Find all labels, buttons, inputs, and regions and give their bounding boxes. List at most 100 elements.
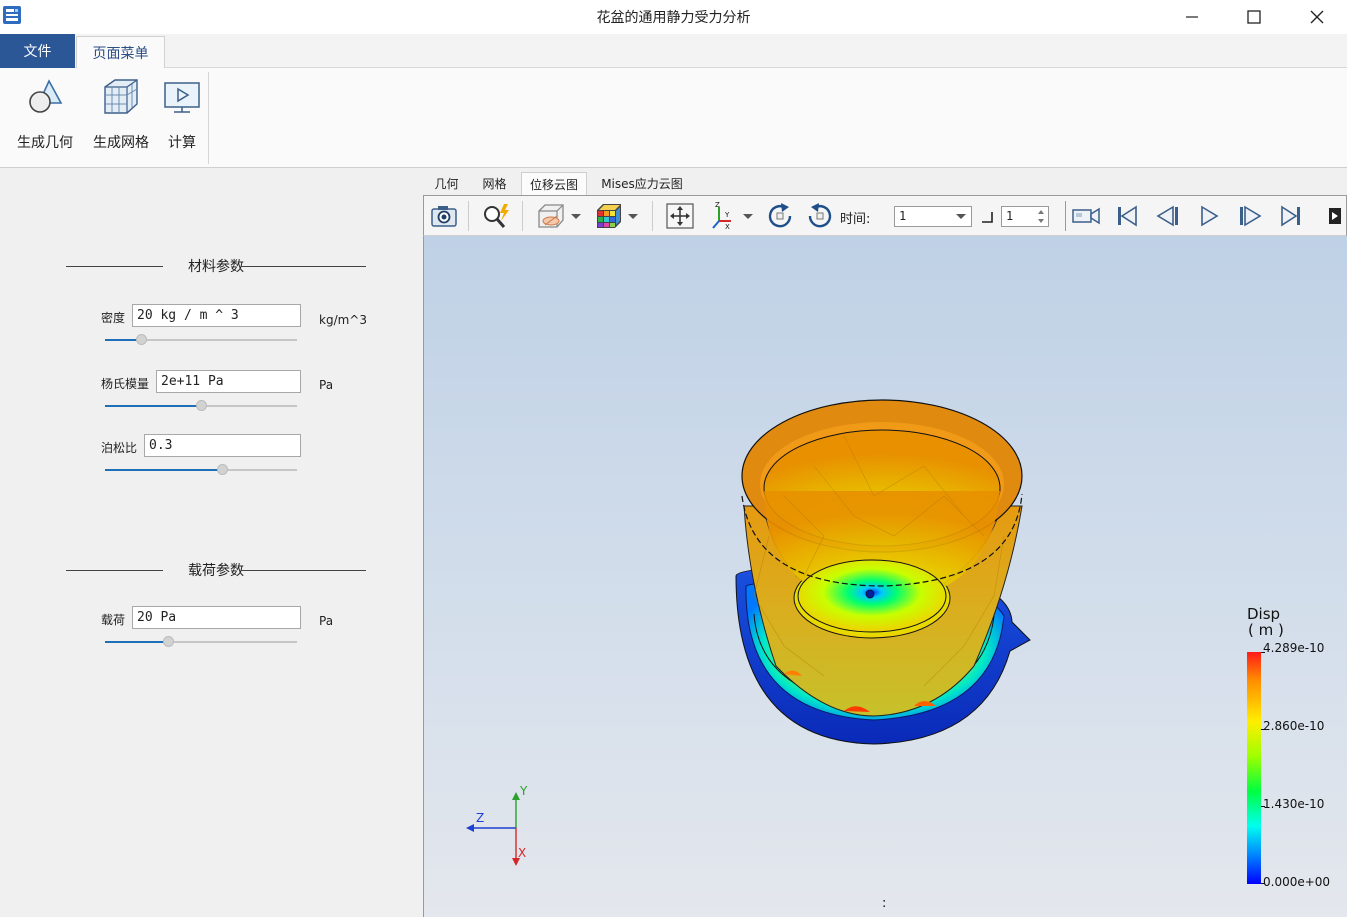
poisson-ratio-input[interactable]: 0.3 [144,434,301,457]
tab-mises-stress-contour[interactable]: Mises应力云图 [592,172,692,195]
view-orientation-dropdown[interactable]: Z Y X [706,200,756,232]
compute-button[interactable]: 计算 [160,74,204,162]
mesh-icon [104,79,138,114]
rotate-clockwise-icon [768,203,792,228]
axis-z-label: Z [476,811,484,825]
rotate-ccw-button[interactable] [802,200,838,232]
zoom-fit-button[interactable] [478,200,514,232]
minimize-button[interactable] [1162,0,1222,34]
record-video-button[interactable] [1067,200,1105,232]
toolbar-separator [1065,201,1066,231]
slider-handle[interactable] [163,636,174,647]
density-unit: kg/m^3 [319,313,367,327]
youngs-modulus-unit: Pa [319,378,334,392]
legend-min-label: 0.000e+00 [1263,875,1331,889]
svg-text:Y: Y [724,211,730,219]
tab-displacement-contour[interactable]: 位移云图 [521,172,587,195]
tab-geometry[interactable]: 几何 [424,172,469,195]
skip-to-start-icon [1118,205,1137,227]
compute-icon [164,82,200,113]
viewport-annotation: : [882,896,887,911]
maximize-icon [1247,10,1261,24]
density-input[interactable]: 20 kg / m ^ 3 [132,304,301,327]
view-tab-bar: 几何 网格 位移云图 Mises应力云图 [422,170,1347,195]
load-input[interactable]: 20 Pa [132,606,301,629]
play-button[interactable] [1192,200,1226,232]
compute-label: 计算 [168,135,196,151]
play-icon [1201,205,1219,227]
slider-handle[interactable] [136,334,147,345]
window-title: 花盆的通用静力受力分析 [596,10,751,26]
chevron-down-icon [628,213,638,219]
close-button[interactable] [1287,0,1347,34]
time-label: 时间: [840,212,871,227]
slider-handle[interactable] [217,464,228,475]
density-slider[interactable] [105,334,297,346]
legend-label: 2.860e-10 [1263,719,1325,733]
color-scale-bar [1247,652,1261,884]
next-frame-button[interactable] [1233,200,1267,232]
axes-orientation-icon: Z Y X [712,201,731,231]
step-spinbox[interactable]: 1 [1001,206,1049,227]
ribbon-separator [208,72,209,164]
time-select-value: 1 [899,209,907,223]
camera-icon [431,206,457,227]
load-group-title: 载荷参数 [66,560,366,580]
3d-viewport[interactable]: Y Z X Disp ( m ) 4.289e-10 2.860e-10 1.4… [423,236,1347,917]
load-unit: Pa [319,614,334,628]
youngs-modulus-slider[interactable] [105,400,297,412]
magnifier-lightning-icon [484,204,509,228]
legend-title: Disp ( m ) [1247,606,1284,638]
rotate-cw-button[interactable] [762,200,798,232]
tab-file[interactable]: 文件 [0,34,75,68]
parameter-panel: 材料参数 密度 20 kg / m ^ 3 kg/m^3 杨氏模量 2e+11 … [0,170,422,917]
pan-button[interactable] [662,200,698,232]
axes-triad: Y Z X [466,784,528,866]
slider-handle[interactable] [196,400,207,411]
step-forward-icon [1240,205,1262,227]
minimize-icon [1186,16,1198,18]
poisson-ratio-slider[interactable] [105,464,297,476]
spin-arrows-icon[interactable] [1037,209,1045,224]
step-spinbox-value: 1 [1006,209,1014,223]
geometry-icon [29,79,63,113]
toolbar-separator [468,201,469,231]
color-cube-icon [597,204,621,228]
screenshot-button[interactable] [428,200,460,232]
rotate-counterclockwise-icon [808,203,832,228]
tab-page-menu[interactable]: 页面菜单 [76,36,165,69]
last-frame-button[interactable] [1274,200,1308,232]
box-display-icon [538,204,564,228]
ribbon-tab-bar: 文件 页面菜单 [0,34,1347,69]
first-frame-button[interactable] [1110,200,1144,232]
legend-label: 1.430e-10 [1263,797,1325,811]
svg-text:Z: Z [715,201,720,209]
legend-title-line1: Disp [1247,605,1281,623]
time-select[interactable]: 1 [894,206,972,227]
axis-x-label: X [518,846,526,860]
svg-text:X: X [725,223,730,231]
load-label: 载荷 [101,613,126,627]
youngs-modulus-input[interactable]: 2e+11 Pa [156,370,301,393]
maximize-button[interactable] [1224,0,1284,34]
overflow-arrow-icon [1329,208,1341,224]
chevron-down-icon [956,214,966,219]
display-style-dropdown[interactable] [532,200,584,232]
tab-mesh[interactable]: 网格 [472,172,517,195]
flowerpot-model [735,399,1031,745]
load-slider[interactable] [105,636,297,648]
axis-y-label: Y [519,784,528,798]
chevron-down-icon [743,213,753,219]
close-icon [1310,10,1324,24]
generate-mesh-button[interactable]: 生成网格 [88,74,154,162]
toolbar-overflow-button[interactable] [1324,200,1346,232]
generate-geometry-button[interactable]: 生成几何 [12,74,78,162]
divider [241,266,366,267]
legend-max-label: 4.289e-10 [1263,641,1325,655]
color-map-dropdown[interactable] [590,200,642,232]
youngs-modulus-label: 杨氏模量 [101,377,150,391]
generate-mesh-label: 生成网格 [93,135,149,151]
previous-frame-button[interactable] [1151,200,1185,232]
density-label: 密度 [101,311,126,325]
step-icon [982,212,993,223]
